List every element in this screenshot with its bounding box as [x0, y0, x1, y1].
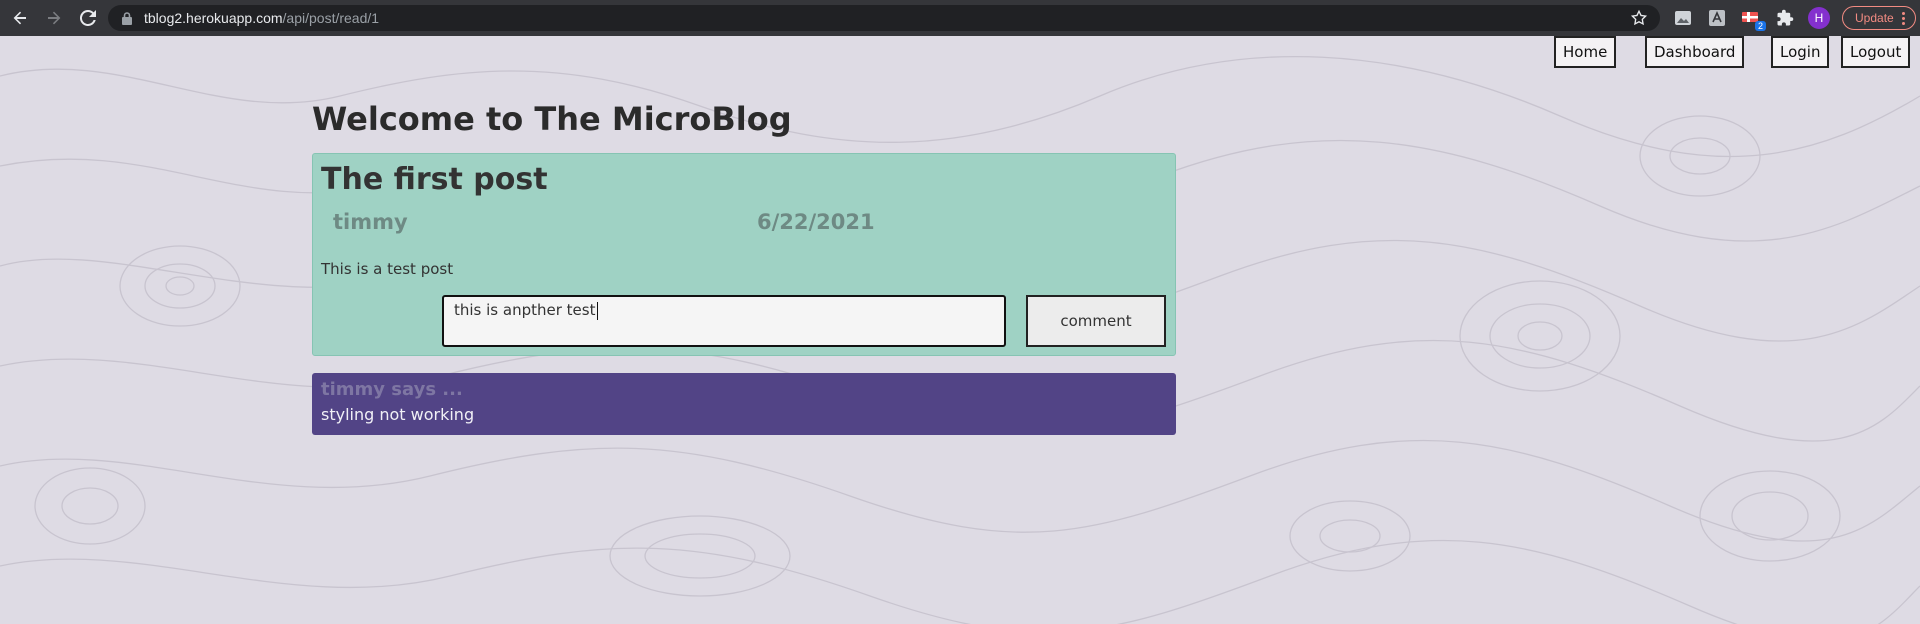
comment-input[interactable]: this is anpther test [442, 295, 1006, 347]
nav-home-link[interactable]: Home [1554, 36, 1617, 68]
nav-dashboard-link[interactable]: Dashboard [1645, 36, 1745, 68]
update-label: Update [1855, 11, 1894, 25]
profile-avatar[interactable]: H [1808, 7, 1830, 29]
post-title: The first post [321, 162, 548, 197]
post-author: timmy [333, 210, 408, 234]
nav-logout-link[interactable]: Logout [1841, 36, 1911, 68]
page-viewport: Home Dashboard Login Logout Welcome to T… [0, 36, 1920, 624]
url-text: tblog2.herokuapp.com/api/post/read/1 [144, 10, 380, 26]
star-icon[interactable] [1630, 9, 1648, 31]
forward-icon[interactable] [40, 4, 68, 32]
flag-extension-icon[interactable]: 2 [1740, 7, 1766, 31]
post-date: 6/22/2021 [757, 210, 875, 234]
post-card: The first post timmy 6/22/2021 This is a… [312, 153, 1176, 356]
comment-input-value: this is anpther test [454, 301, 596, 319]
lock-icon [122, 11, 134, 25]
back-icon[interactable] [6, 4, 34, 32]
comment-card: timmy says ... styling not working [312, 373, 1176, 435]
address-bar[interactable]: tblog2.herokuapp.com/api/post/read/1 [108, 5, 1660, 31]
extensions-area: 2 H Update [1672, 5, 1916, 31]
update-button[interactable]: Update [1842, 6, 1916, 30]
reload-icon[interactable] [74, 4, 102, 32]
post-body: This is a test post [321, 260, 454, 278]
puzzle-icon[interactable] [1774, 7, 1796, 29]
comment-button[interactable]: comment [1026, 295, 1166, 347]
comment-author: timmy says ... [321, 379, 463, 400]
comment-text: styling not working [321, 405, 475, 424]
nav-login-link[interactable]: Login [1771, 36, 1830, 68]
text-caret [597, 301, 599, 320]
more-icon [1901, 11, 1905, 25]
browser-toolbar: tblog2.herokuapp.com/api/post/read/1 2 H… [0, 0, 1920, 36]
translate-extension-icon[interactable] [1706, 7, 1728, 29]
extension-badge: 2 [1754, 21, 1766, 31]
image-extension-icon[interactable] [1672, 7, 1694, 29]
page-title: Welcome to The MicroBlog [312, 100, 792, 138]
